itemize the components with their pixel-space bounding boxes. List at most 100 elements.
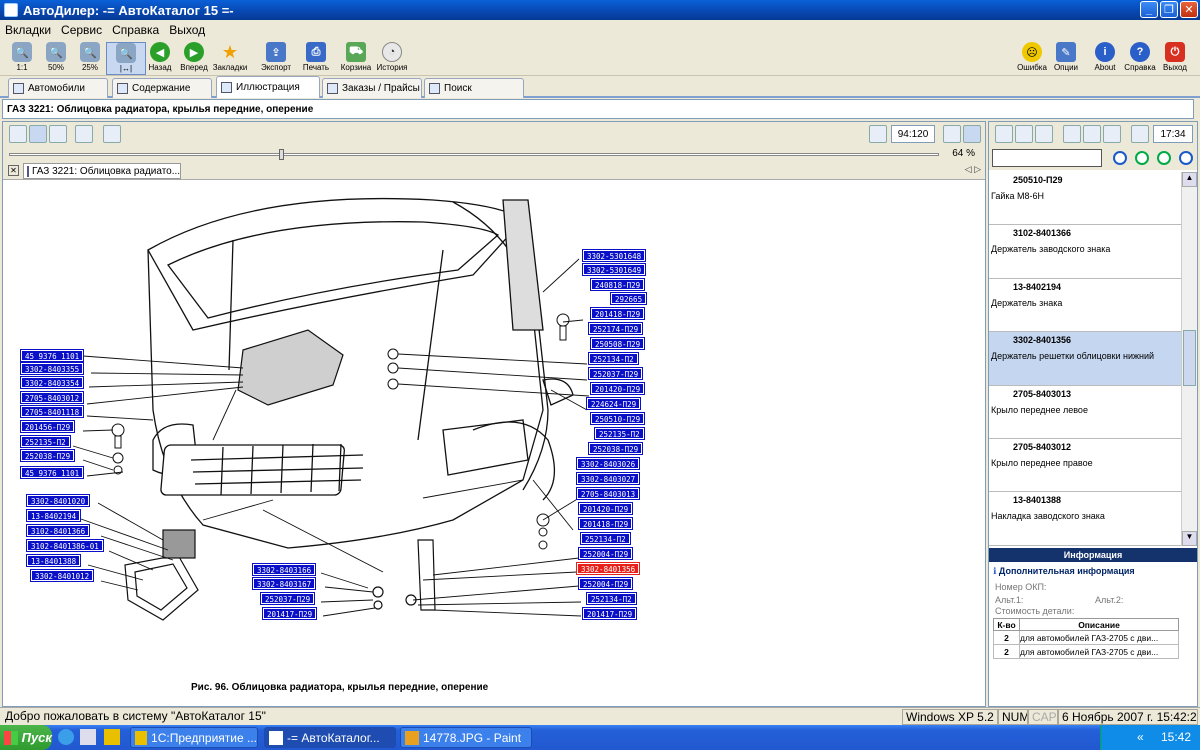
part-label[interactable]: 252037-П29 (259, 592, 316, 605)
list-item[interactable]: 3102-8401366 Держатель заводского знака (989, 225, 1181, 279)
menu-exit[interactable]: Выход (164, 23, 210, 37)
task-autocatalog[interactable]: -= АвтоКаталог... (264, 727, 396, 748)
part-label[interactable]: 252174-П29 (587, 322, 644, 335)
zoom-25-button[interactable]: 🔍 25% (70, 42, 110, 75)
task-paint[interactable]: 14778.JPG - Paint (400, 727, 532, 748)
part-label[interactable]: 3302-8401356 (575, 562, 641, 575)
image-icon[interactable] (49, 125, 67, 143)
part-label[interactable]: 252038-П29 (587, 442, 644, 455)
part-label[interactable]: 3302-5301649 (581, 263, 647, 276)
layout-icon[interactable] (943, 125, 961, 143)
zoom-field[interactable]: 94:120 (891, 125, 935, 143)
part-label[interactable]: 252134-П2 (588, 352, 639, 365)
part-label[interactable]: 250510-П29 (589, 412, 646, 425)
part-label[interactable]: 201420-П29 (577, 502, 634, 515)
tab-orders[interactable]: Заказы / Прайсы (322, 78, 422, 98)
menu-tabs[interactable]: Вкладки (0, 23, 56, 37)
part-label[interactable]: 3302-5301648 (581, 249, 647, 262)
part-label[interactable]: 3102-8401366 (25, 524, 91, 537)
list-item-selected[interactable]: 3302-8401356 Держатель решетки облицовки … (989, 332, 1181, 386)
part-label[interactable]: 252135-П2 (594, 427, 645, 440)
part-label[interactable]: 201418-П29 (589, 307, 646, 320)
options-button[interactable]: ✎ Опции (1046, 42, 1086, 75)
print-button[interactable]: ⎙ Печать (296, 42, 336, 75)
close-doc-icon[interactable]: ✕ (8, 165, 19, 176)
tab-scroll-arrows[interactable]: ◁ ▷ (965, 164, 981, 175)
part-label[interactable]: 201418-П29 (577, 517, 634, 530)
doc-tab[interactable]: ГАЗ 3221: Облицовка радиато... (23, 163, 181, 179)
zoom-slider[interactable] (9, 149, 939, 160)
tab-search[interactable]: Поиск (424, 78, 524, 98)
part-label[interactable]: 3302-8403166 (251, 563, 317, 576)
delete-icon[interactable] (1083, 125, 1101, 143)
grid-icon[interactable] (29, 125, 47, 143)
bookmarks-button[interactable]: ★ Закладки (210, 42, 250, 75)
part-label[interactable]: 252134-П2 (586, 592, 637, 605)
tab-cars[interactable]: Автомобили (8, 78, 108, 98)
tray-expand-icon[interactable]: « (1137, 730, 1144, 744)
up-icon[interactable] (1063, 125, 1081, 143)
tab-contents[interactable]: Содержание (112, 78, 212, 98)
part-label[interactable]: 292665 (609, 292, 648, 305)
part-label[interactable]: 252134-П2 (580, 532, 631, 545)
part-label[interactable]: 3302-8401012 (29, 569, 95, 582)
column-header-desc[interactable]: Описание (1019, 618, 1179, 631)
list-item[interactable]: 250510-П29 Гайка М8-6Н (989, 172, 1181, 226)
nav-last-icon[interactable] (1179, 151, 1193, 165)
part-label[interactable]: 3302-8403354 (19, 376, 85, 389)
part-label[interactable]: 2705-8403013 (575, 487, 641, 500)
part-label[interactable]: 201456-П29 (19, 420, 76, 433)
part-label[interactable]: 201417-П29 (581, 607, 638, 620)
scroll-thumb[interactable] (1183, 330, 1196, 386)
part-label[interactable]: 250508-П29 (589, 337, 646, 350)
nav-next-icon[interactable] (1157, 151, 1171, 165)
part-label[interactable]: 240818-П29 (589, 278, 646, 291)
quicklaunch-icon[interactable] (80, 729, 96, 745)
part-label[interactable]: 201417-П29 (261, 607, 318, 620)
copy-icon[interactable] (869, 125, 887, 143)
nav-prev-icon[interactable] (1135, 151, 1149, 165)
close-button[interactable]: ✕ (1180, 1, 1198, 18)
capture-icon[interactable] (103, 125, 121, 143)
parts-search-input[interactable] (992, 149, 1102, 167)
nav-first-icon[interactable] (1113, 151, 1127, 165)
column-header-qty[interactable]: К-во (993, 618, 1020, 631)
part-label[interactable]: 3302-8403026 (575, 457, 641, 470)
export-button[interactable]: ⇪ Экспорт (256, 42, 296, 75)
exit-button[interactable]: ⏻ Выход (1155, 42, 1195, 75)
part-label[interactable]: 3102-8401386-01 (26, 539, 104, 552)
part-label[interactable]: 2705-8403012 (19, 391, 85, 404)
quicklaunch-1c-icon[interactable] (104, 729, 120, 745)
table-row[interactable]: 2 для автомобилей ГАЗ-2705 с дви... (993, 644, 1179, 659)
minimize-button[interactable]: _ (1140, 1, 1158, 18)
part-label[interactable]: 45 9376 1101 (19, 349, 85, 362)
browser-icon[interactable] (58, 729, 74, 745)
list-item[interactable]: 13-8402194 Держатель знака (989, 278, 1181, 333)
forward-button[interactable]: ▶ Вперед (174, 42, 214, 75)
part-label[interactable]: 252037-П29 (587, 367, 644, 380)
help-button[interactable]: ? Справка (1120, 42, 1160, 75)
part-label[interactable]: 224624-П29 (585, 397, 642, 410)
part-label[interactable]: 252038-П29 (19, 449, 76, 462)
part-label[interactable]: 252004-П29 (577, 547, 634, 560)
part-label[interactable]: 13-8401388 (25, 554, 82, 567)
part-label[interactable]: 3302-8403027 (575, 472, 641, 485)
star-icon[interactable] (75, 125, 93, 143)
part-label[interactable]: 3302-8403167 (251, 577, 317, 590)
part-label[interactable]: 252135-П2 (20, 435, 71, 448)
part-label[interactable]: 3302-8403355 (19, 362, 85, 375)
start-button[interactable]: Пуск (0, 725, 52, 750)
list-item[interactable]: 13-8401388 Накладка заводского знака (989, 492, 1181, 546)
task-1c[interactable]: 1С:Предприятие ... (130, 727, 258, 748)
scroll-up-icon[interactable]: ▲ (1182, 172, 1197, 187)
part-label[interactable]: 3302-8401020 (25, 494, 91, 507)
parts-scrollbar[interactable]: ▲ ▼ (1181, 172, 1197, 546)
part-label[interactable]: 201420-П29 (589, 382, 646, 395)
cart-button[interactable]: ⛟ Корзина (336, 42, 376, 75)
part-label[interactable]: 252004-П29 (577, 577, 634, 590)
refresh-icon[interactable] (1015, 125, 1033, 143)
list-item[interactable]: 2705-8403013 Крыло переднее левое (989, 385, 1181, 439)
tree-icon[interactable] (1035, 125, 1053, 143)
refresh-icon[interactable] (9, 125, 27, 143)
scroll-down-icon[interactable]: ▼ (1182, 531, 1197, 546)
